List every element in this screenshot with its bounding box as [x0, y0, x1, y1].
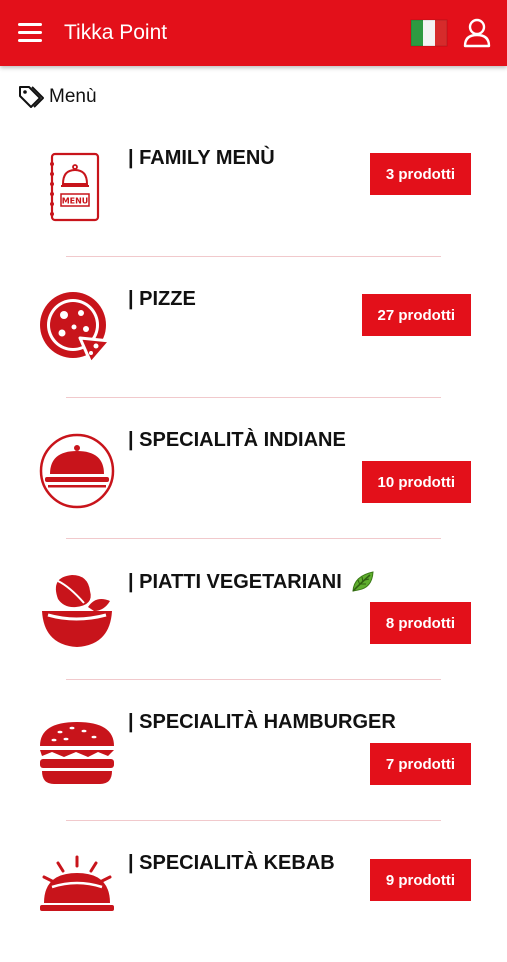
- breadcrumb: Menù: [18, 84, 97, 110]
- user-icon[interactable]: [462, 17, 492, 49]
- hamburger-menu-icon[interactable]: [16, 19, 46, 47]
- category-title: | SPECIALITÀ KEBAB: [128, 852, 335, 874]
- category-pizze[interactable]: | PIZZE 27 prodotti: [0, 257, 507, 398]
- italy-flag-icon[interactable]: [410, 18, 448, 48]
- products-count-button[interactable]: 3 prodotti: [369, 153, 471, 195]
- category-specialita-kebab[interactable]: | SPECIALITÀ KEBAB 9 prodotti: [0, 821, 507, 962]
- vegetable-bowl-icon: [36, 571, 118, 653]
- cloche-icon: [36, 430, 118, 512]
- products-count-button[interactable]: 27 prodotti: [361, 294, 471, 336]
- app-title: Tikka Point: [64, 21, 168, 44]
- products-count-button[interactable]: 8 prodotti: [369, 602, 471, 644]
- category-title: | PIATTI VEGETARIANI: [128, 570, 376, 594]
- products-count-button[interactable]: 10 prodotti: [361, 461, 471, 503]
- category-list: MENU | FAMILY MENÙ 3 prodotti | PIZZE 27…: [0, 116, 507, 962]
- svg-text:MENU: MENU: [62, 197, 89, 206]
- category-specialita-hamburger[interactable]: | SPECIALITÀ HAMBURGER 7 prodotti: [0, 680, 507, 821]
- app-bar: Tikka Point: [0, 0, 507, 66]
- category-piatti-vegetariani[interactable]: | PIATTI VEGETARIANI 8 prodotti: [0, 539, 507, 680]
- leaf-icon: [350, 570, 376, 594]
- tag-icon: [18, 84, 46, 110]
- category-family-menu[interactable]: MENU | FAMILY MENÙ 3 prodotti: [0, 116, 507, 257]
- category-title: | SPECIALITÀ INDIANE: [128, 429, 346, 451]
- kebab-grill-icon: [36, 853, 118, 935]
- pizza-icon: [36, 289, 118, 371]
- category-specialita-indiane[interactable]: | SPECIALITÀ INDIANE 10 prodotti: [0, 398, 507, 539]
- breadcrumb-label: Menù: [49, 86, 97, 107]
- category-title: | FAMILY MENÙ: [128, 147, 275, 169]
- category-title: | PIZZE: [128, 288, 196, 310]
- category-title: | SPECIALITÀ HAMBURGER: [128, 711, 396, 733]
- products-count-button[interactable]: 9 prodotti: [369, 859, 471, 901]
- hamburger-icon: [36, 712, 118, 794]
- products-count-button[interactable]: 7 prodotti: [369, 743, 471, 785]
- menu-card-icon: MENU: [36, 148, 118, 230]
